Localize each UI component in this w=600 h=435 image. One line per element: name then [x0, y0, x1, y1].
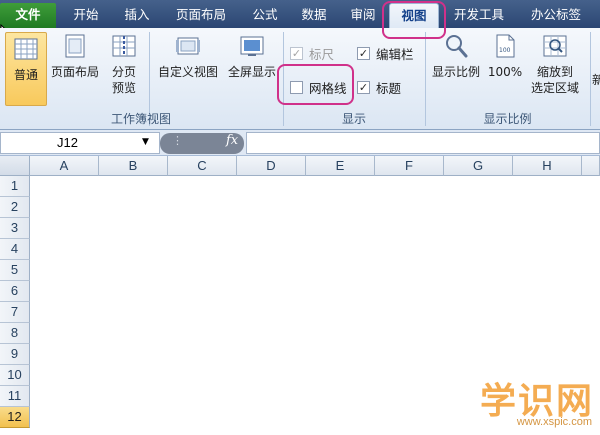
- resize-grip-icon[interactable]: ⋮: [172, 134, 184, 147]
- zoom-to-selection-button[interactable]: 缩放到 选定区域: [526, 32, 584, 96]
- ribbon-tab-bar: 文件 开始 插入 页面布局 公式 数据 审阅 视图 开发工具 办公标签: [0, 0, 600, 28]
- tab-data[interactable]: 数据: [291, 3, 337, 28]
- zoom-100-label: 100%: [487, 65, 523, 79]
- custom-views-label: 自定义视图: [157, 65, 218, 79]
- row-header[interactable]: 9: [0, 344, 30, 365]
- formula-bar-checkbox-row[interactable]: ✓ 编辑栏: [357, 44, 414, 63]
- custom-views-button[interactable]: 自定义视图: [152, 32, 224, 80]
- name-box[interactable]: J12: [0, 132, 160, 154]
- tab-formulas[interactable]: 公式: [243, 3, 287, 28]
- row-header[interactable]: 5: [0, 260, 30, 281]
- headings-checkbox-row[interactable]: ✓ 标题: [357, 78, 401, 97]
- zoom-to-selection-label-1: 缩放到: [536, 65, 573, 79]
- normal-view-icon: [14, 38, 38, 60]
- row-header[interactable]: 3: [0, 218, 30, 239]
- zoom-group-label: 显示比例: [483, 112, 532, 126]
- ruler-label: 标尺: [309, 47, 335, 62]
- column-header[interactable]: F: [375, 156, 444, 176]
- full-screen-label: 全屏显示: [227, 65, 276, 79]
- page-break-preview-button[interactable]: 分页 预览: [104, 32, 144, 96]
- row-header[interactable]: 12: [0, 407, 30, 428]
- watermark-url: www.xspic.com: [516, 416, 592, 428]
- full-screen-icon: [240, 36, 264, 56]
- normal-view-label: 普通: [13, 68, 38, 82]
- column-header[interactable]: B: [99, 156, 168, 176]
- formula-bar: J12 ▼ ⋮ fx: [0, 130, 600, 156]
- zoom-label: 显示比例: [431, 65, 480, 79]
- row-header[interactable]: 10: [0, 365, 30, 386]
- zoom-button[interactable]: 显示比例: [428, 32, 484, 80]
- custom-views-icon: [176, 37, 200, 55]
- page-layout-view-button[interactable]: 页面布局: [48, 32, 102, 80]
- row-header[interactable]: 1: [0, 176, 30, 197]
- new-window-button[interactable]: 新: [592, 72, 600, 88]
- select-all-corner[interactable]: [0, 156, 30, 176]
- group-separator: [590, 32, 591, 126]
- zoom-to-selection-label-2: 选定区域: [530, 81, 579, 95]
- headings-label: 标题: [376, 81, 402, 96]
- column-header[interactable]: G: [444, 156, 513, 176]
- svg-text:100: 100: [499, 47, 511, 54]
- row-header[interactable]: 4: [0, 239, 30, 260]
- page-break-preview-label-2: 预览: [111, 81, 136, 95]
- row-header[interactable]: 11: [0, 386, 30, 407]
- ruler-checkbox-row[interactable]: ✓ 标尺: [290, 44, 334, 63]
- view-tab-highlight: [382, 1, 446, 39]
- row-header[interactable]: 2: [0, 197, 30, 218]
- column-header[interactable]: [582, 156, 600, 176]
- tab-home[interactable]: 开始: [63, 3, 109, 28]
- formula-input[interactable]: [246, 132, 600, 154]
- page-layout-view-label: 页面布局: [50, 65, 99, 79]
- page-layout-view-icon: [65, 34, 85, 58]
- tab-office-tab[interactable]: 办公标签: [520, 3, 592, 28]
- ruler-checkbox[interactable]: ✓: [290, 47, 303, 60]
- column-header[interactable]: H: [513, 156, 582, 176]
- tab-page-layout[interactable]: 页面布局: [166, 3, 236, 28]
- page-break-preview-icon: [112, 35, 136, 57]
- column-header[interactable]: E: [306, 156, 375, 176]
- watermark: 学识网 www.xspic.com: [464, 372, 594, 432]
- row-header[interactable]: 6: [0, 281, 30, 302]
- tab-insert[interactable]: 插入: [114, 3, 160, 28]
- workbook-views-group-label: 工作簿视图: [110, 112, 171, 126]
- column-header[interactable]: D: [237, 156, 306, 176]
- column-header[interactable]: A: [30, 156, 99, 176]
- zoom-100-icon: 100: [496, 34, 515, 58]
- formula-bar-label: 编辑栏: [376, 47, 414, 62]
- zoom-100-button[interactable]: 100 100%: [485, 32, 525, 80]
- tab-review[interactable]: 审阅: [341, 3, 385, 28]
- name-box-dropdown-icon[interactable]: ▼: [142, 137, 149, 147]
- headings-checkbox[interactable]: ✓: [357, 81, 370, 94]
- magnifier-icon: [446, 35, 468, 58]
- show-group-label: 显示: [341, 112, 366, 126]
- page-break-preview-label-1: 分页: [111, 65, 136, 79]
- row-header[interactable]: 7: [0, 302, 30, 323]
- normal-view-button[interactable]: 普通: [5, 32, 47, 106]
- formula-bar-checkbox[interactable]: ✓: [357, 47, 370, 60]
- tab-developer[interactable]: 开发工具: [446, 3, 512, 28]
- gridlines-highlight: [277, 64, 354, 105]
- full-screen-button[interactable]: 全屏显示: [224, 32, 280, 80]
- zoom-to-selection-icon: [543, 35, 567, 57]
- column-header[interactable]: C: [168, 156, 237, 176]
- insert-function-icon[interactable]: fx: [226, 133, 238, 148]
- row-header[interactable]: 8: [0, 323, 30, 344]
